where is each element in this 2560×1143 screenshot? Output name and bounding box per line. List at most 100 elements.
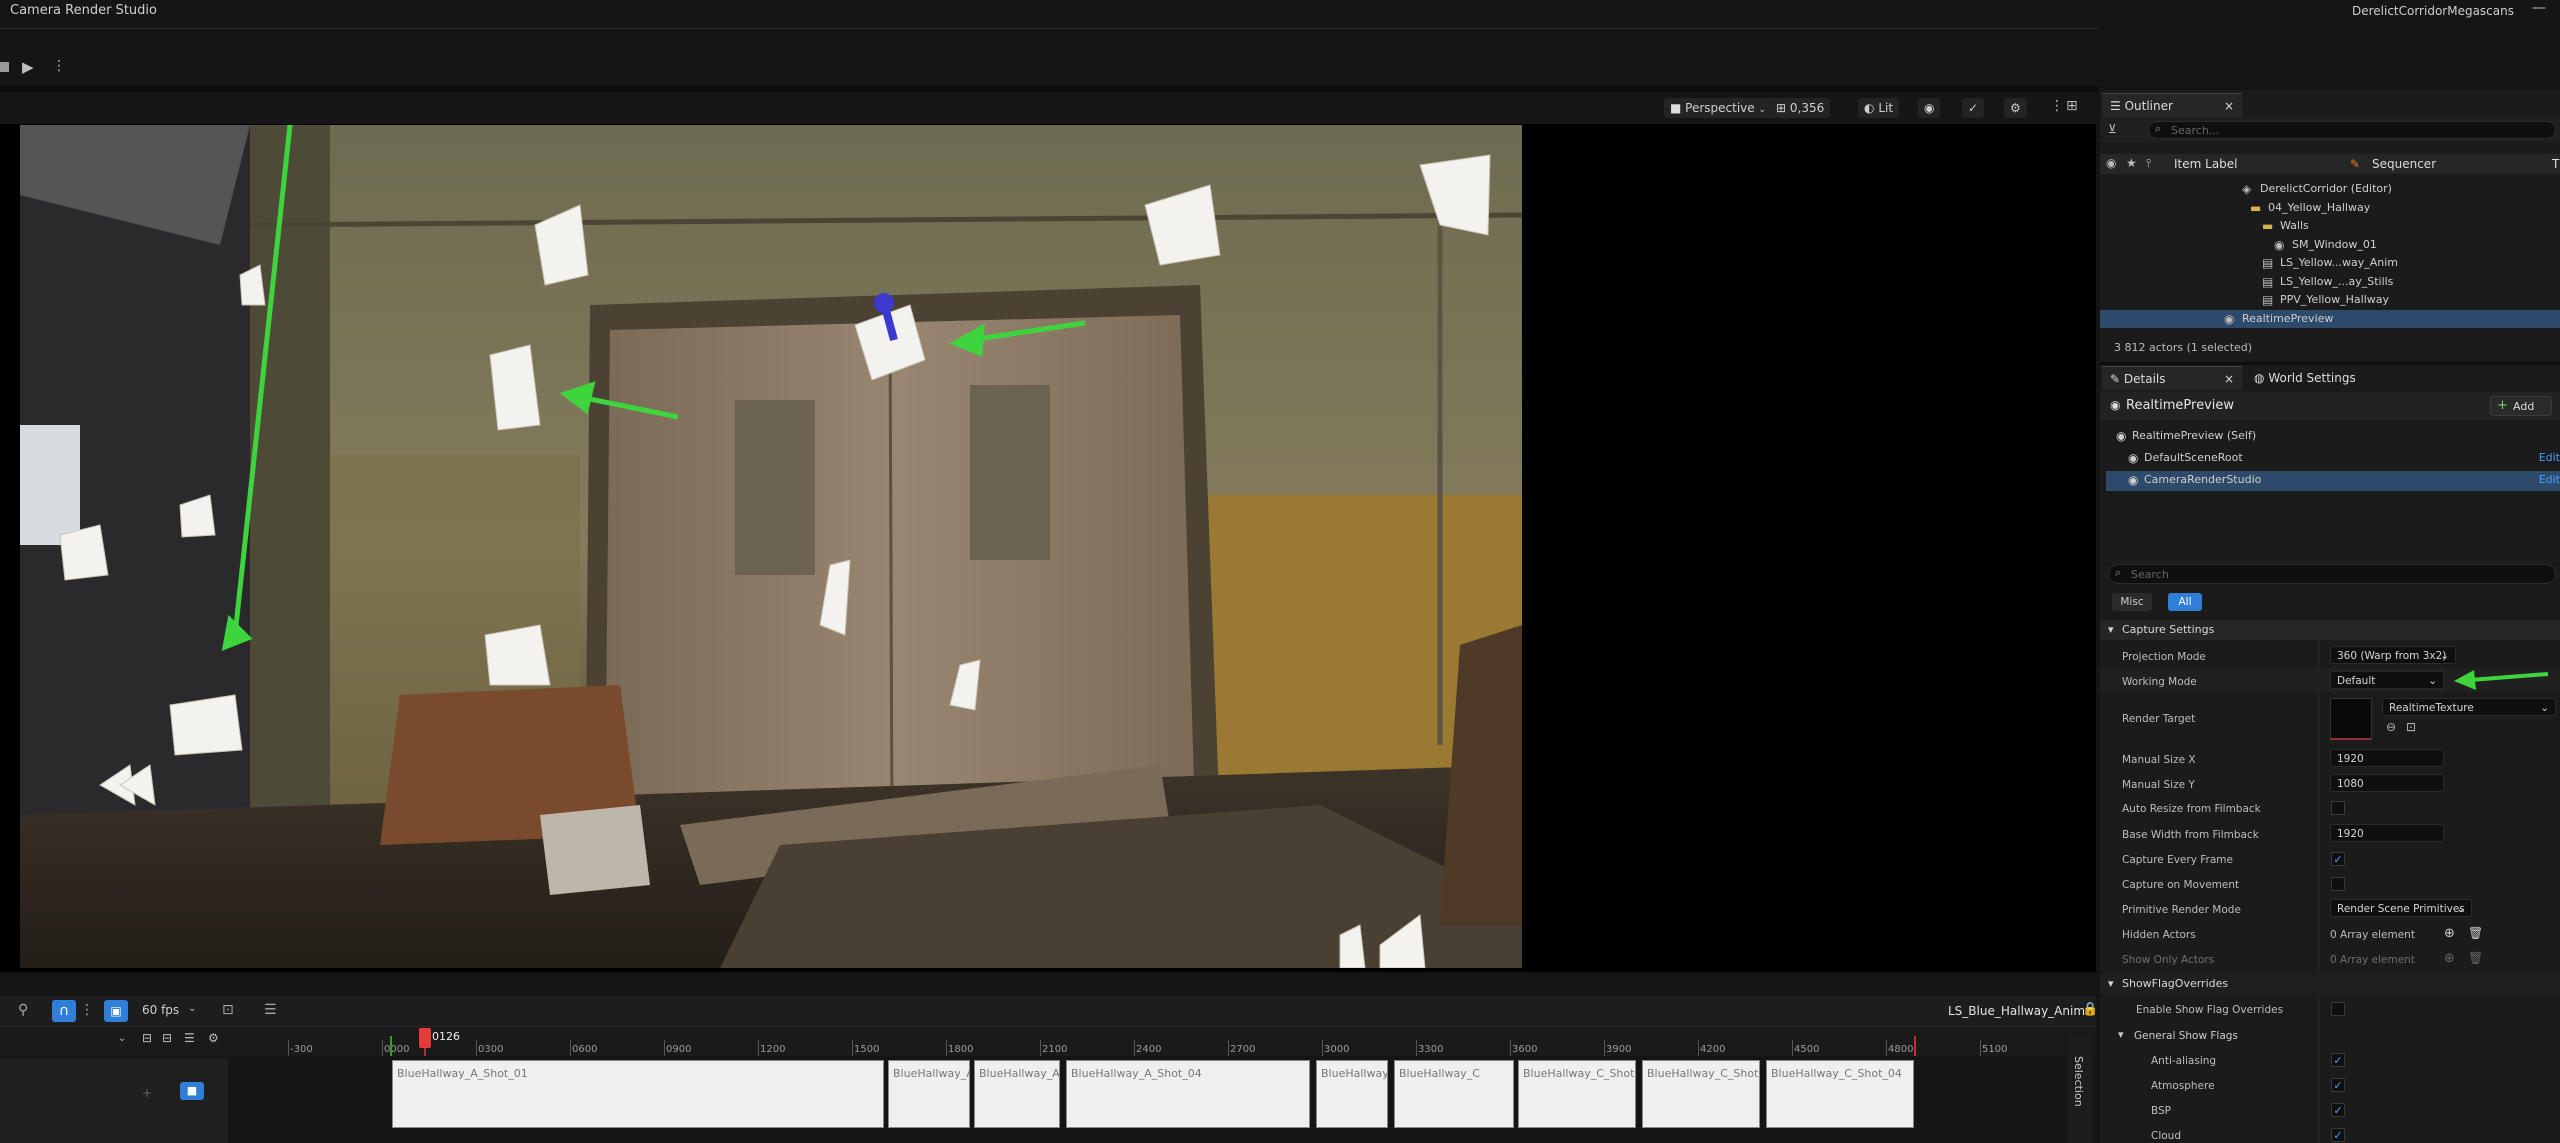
lock-icon[interactable]: 🔒	[2082, 1002, 2098, 1017]
stop-icon[interactable]	[0, 62, 9, 72]
outliner-row[interactable]: ▤ LS_Yellow...way_Anim	[2100, 254, 2560, 272]
enable-showflag-checkbox[interactable]	[2331, 1002, 2345, 1016]
tab-details[interactable]: ✎ Details ×	[2102, 366, 2242, 390]
render-target-thumbnail[interactable]	[2330, 698, 2372, 740]
general-show-flags-header[interactable]: ▾ General Show Flags	[2110, 1026, 2560, 1046]
shot-clip[interactable]: BlueHallway_A_Shot_04	[1066, 1060, 1310, 1128]
bsp-checkbox[interactable]: ✓	[2331, 1103, 2345, 1117]
manual-size-y-field[interactable]: 1080	[2330, 774, 2444, 792]
hidden-actors-value: 0 Array element	[2330, 929, 2415, 941]
anti-aliasing-checkbox[interactable]: ✓	[2331, 1053, 2345, 1067]
outliner-row[interactable]: ▤ LS_Yellow_...ay_Stills	[2100, 273, 2560, 291]
show-dropdown[interactable]: ◉	[1918, 98, 1941, 118]
key-icon[interactable]: ⚲	[18, 1002, 28, 1018]
outliner-row[interactable]: ◉ SM_Window_01	[2100, 236, 2560, 254]
component-row[interactable]: ◉ RealtimePreview (Self)	[2106, 427, 2560, 447]
col-type[interactable]: T	[2552, 157, 2559, 171]
col-sequencer[interactable]: Sequencer	[2372, 157, 2436, 171]
layout-icon[interactable]: ⊞	[2066, 98, 2078, 114]
filter-misc[interactable]: Misc	[2112, 593, 2152, 611]
filter-all[interactable]: All	[2168, 593, 2202, 611]
shot-clip[interactable]: BlueHallway_C_Shot	[1518, 1060, 1636, 1128]
outliner-row[interactable]: ◉ RealtimePreview	[2100, 309, 2560, 328]
outliner-row[interactable]: ◈ DerelictCorridor (Editor)	[2100, 180, 2560, 198]
working-mode-dropdown[interactable]: Default ⌄	[2330, 671, 2444, 689]
timeline-ruler[interactable]: ⌄ ⊟ ⊟ ☰ ⚙ -300 0000 0300 0600 0900 1200 1500 18…	[0, 1026, 2096, 1056]
add-icon[interactable]: ⊟	[162, 1031, 172, 1045]
outliner-row[interactable]: ▤ PPV_Yellow_Hallway	[2100, 291, 2560, 309]
trash-icon[interactable]: 🗑	[2468, 951, 2483, 965]
perspective-dropdown[interactable]: ■ Perspective ⌄	[1664, 98, 1773, 118]
fps-dropdown[interactable]: 60 fps	[142, 1003, 179, 1017]
capture-every-frame-checkbox[interactable]: ✓	[2331, 852, 2345, 866]
filter-icon[interactable]: ⊟	[142, 1031, 152, 1045]
minimize-button[interactable]: —	[2532, 0, 2546, 16]
play-icon[interactable]: ▶	[22, 58, 34, 76]
outliner-search-input[interactable]: ⌕ Search...	[2148, 121, 2556, 139]
component-row[interactable]: ◉ CameraRenderStudio Edit	[2106, 471, 2560, 491]
add-element-icon[interactable]: ⊕	[2444, 926, 2455, 941]
col-item-label[interactable]: Item Label	[2174, 157, 2238, 171]
filter-icon[interactable]: ⊻	[2108, 122, 2117, 136]
projection-mode-dropdown[interactable]: 360 (Warp from 3x2) ⌄	[2330, 646, 2456, 664]
settings-icon[interactable]: ⚙	[208, 1031, 219, 1045]
use-selected-icon[interactable]: ⊖	[2386, 720, 2396, 734]
capture-settings-header[interactable]: ▾ Capture Settings	[2100, 620, 2560, 640]
shot-clip[interactable]: BlueHallway_	[1316, 1060, 1388, 1128]
more-options-icon[interactable]: ⋮	[2050, 98, 2064, 114]
outliner-row[interactable]: ▬ Walls	[2100, 217, 2560, 235]
ruler-label: 0600	[572, 1044, 598, 1055]
add-element-icon[interactable]: ⊕	[2444, 951, 2455, 966]
shot-clip[interactable]: BlueHallway_A_Shot_01	[392, 1060, 884, 1128]
add-track-icon[interactable]: +	[142, 1086, 152, 1100]
edit-link[interactable]: Edit	[2539, 471, 2560, 489]
viewport-scene[interactable]	[20, 125, 1522, 968]
edit-link[interactable]: Edit	[2539, 449, 2560, 467]
shot-label: BlueHallway_C_Shot_04	[1771, 1067, 1902, 1080]
primitive-render-mode-dropdown[interactable]: Render Scene Primitives ⌄	[2330, 899, 2472, 917]
close-icon[interactable]: ×	[2224, 367, 2234, 391]
working-mode-label: Working Mode	[2122, 676, 2197, 688]
curve-editor-icon[interactable]: ⊡	[222, 1002, 234, 1018]
selection-tab[interactable]: Selection	[2068, 1036, 2092, 1143]
close-icon[interactable]: ×	[2224, 94, 2234, 118]
check-icon: ✓	[1968, 101, 1979, 115]
lit-dropdown[interactable]: ◐ Lit	[1858, 98, 1900, 118]
list-icon[interactable]: ☰	[184, 1031, 195, 1045]
outliner-item-label: LS_Yellow_...ay_Stills	[2280, 274, 2394, 288]
auto-resize-checkbox[interactable]	[2331, 801, 2345, 815]
fov-dropdown[interactable]: ⊞ 0,356	[1770, 98, 1831, 118]
shot-label: BlueHallway_C	[1399, 1067, 1480, 1080]
trash-icon[interactable]: 🗑	[2468, 926, 2483, 940]
outliner-row[interactable]: ▬ 04_Yellow_Hallway	[2100, 199, 2560, 217]
shot-clip[interactable]: BlueHallway_C_Shot_04	[1766, 1060, 1914, 1128]
base-width-field[interactable]: 1920	[2330, 824, 2444, 842]
shot-clip[interactable]: BlueHallway_A	[888, 1060, 970, 1128]
tab-outliner[interactable]: ☰ Outliner ×	[2102, 93, 2242, 117]
more-options-icon[interactable]: ⋮	[80, 1002, 94, 1018]
manual-size-x-field[interactable]: 1920	[2330, 749, 2444, 767]
realtime-dropdown[interactable]: ✓	[1962, 98, 1985, 118]
shot-clip[interactable]: BlueHallway_C_Shot	[1642, 1060, 1760, 1128]
shot-clip[interactable]: BlueHallway_A	[974, 1060, 1060, 1128]
capture-on-movement-checkbox[interactable]	[2331, 877, 2345, 891]
playback-icon[interactable]: ▣	[104, 1000, 128, 1022]
details-search-input[interactable]: ⌕ Search	[2108, 564, 2556, 584]
component-row[interactable]: ◉ DefaultSceneRoot Edit	[2106, 449, 2560, 469]
list-icon[interactable]: ☰	[264, 1002, 277, 1018]
snap-icon[interactable]: ∩	[52, 1000, 76, 1022]
browse-icon[interactable]: ⊡	[2406, 720, 2416, 734]
add-component-button[interactable]: + Add	[2490, 396, 2552, 416]
shot-clip[interactable]: BlueHallway_C	[1394, 1060, 1514, 1128]
camera-cut-icon[interactable]: ■	[180, 1082, 204, 1100]
playhead[interactable]	[419, 1028, 431, 1048]
render-target-dropdown[interactable]: RealtimeTexture ⌄	[2382, 698, 2556, 716]
ruler-tick	[1980, 1040, 1981, 1056]
cloud-checkbox[interactable]: ✓	[2331, 1128, 2345, 1142]
showflag-overrides-header[interactable]: ▾ ShowFlagOverrides	[2100, 974, 2560, 994]
atmosphere-checkbox[interactable]: ✓	[2331, 1078, 2345, 1092]
settings-dropdown[interactable]: ⚙	[2004, 98, 2027, 118]
manual-size-x-label: Manual Size X	[2122, 754, 2196, 766]
tab-world-settings[interactable]: ◍ World Settings	[2246, 366, 2376, 390]
more-options-icon[interactable]: ⋮	[52, 58, 66, 74]
